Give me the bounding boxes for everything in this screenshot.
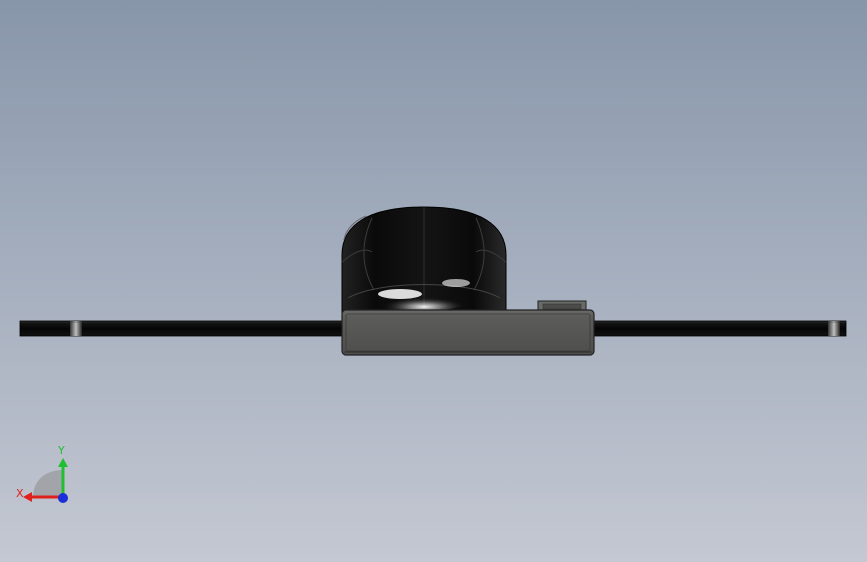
coordinate-triad: Y X <box>16 444 68 503</box>
dome-housing <box>341 206 507 314</box>
triad-plane-shade <box>33 470 63 497</box>
z-axis-dot <box>58 493 68 503</box>
3d-model[interactable] <box>0 0 867 562</box>
x-axis-label: X <box>16 487 24 500</box>
x-axis-arrow <box>23 492 32 502</box>
graphics-viewport[interactable]: Y X <box>0 0 867 562</box>
box-base <box>341 309 595 356</box>
y-axis-label: Y <box>57 444 65 457</box>
y-axis-arrow <box>58 458 68 467</box>
